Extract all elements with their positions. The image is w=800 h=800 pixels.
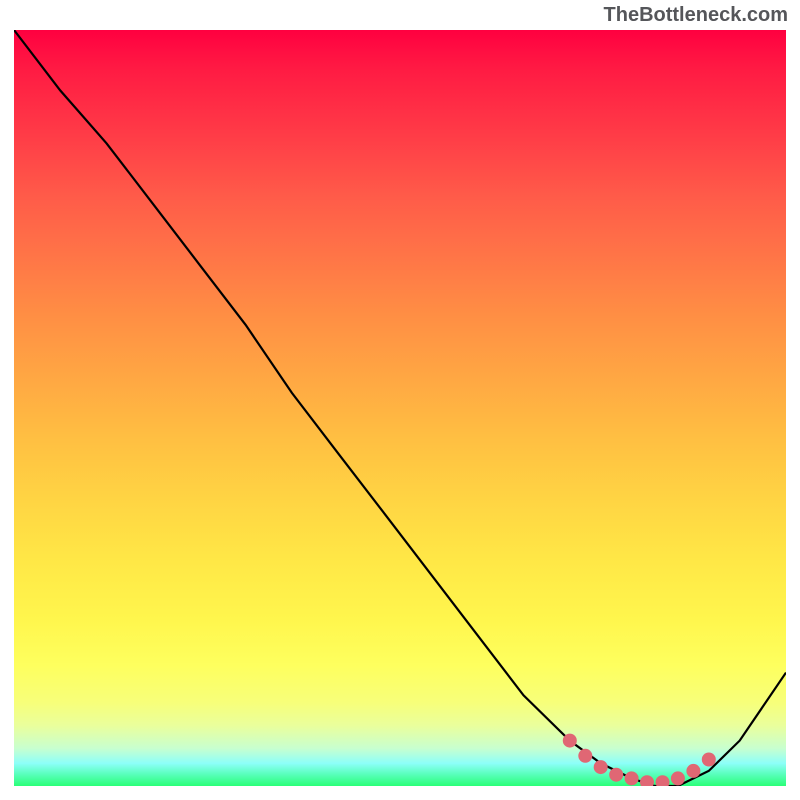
optimal-marker-dot xyxy=(578,749,592,763)
optimal-marker-dot xyxy=(640,775,654,786)
chart-area xyxy=(14,30,786,786)
optimal-marker-dot xyxy=(656,775,670,786)
optimal-marker-dot xyxy=(702,753,716,767)
optimal-marker-dot xyxy=(609,768,623,782)
chart-svg xyxy=(14,30,786,786)
optimal-marker-dot xyxy=(563,734,577,748)
optimal-marker-dot xyxy=(625,771,639,785)
watermark-text: TheBottleneck.com xyxy=(604,4,788,27)
bottleneck-curve xyxy=(14,30,786,786)
optimal-marker-dot xyxy=(686,764,700,778)
optimal-marker-dot xyxy=(594,760,608,774)
optimal-marker-dot xyxy=(671,771,685,785)
